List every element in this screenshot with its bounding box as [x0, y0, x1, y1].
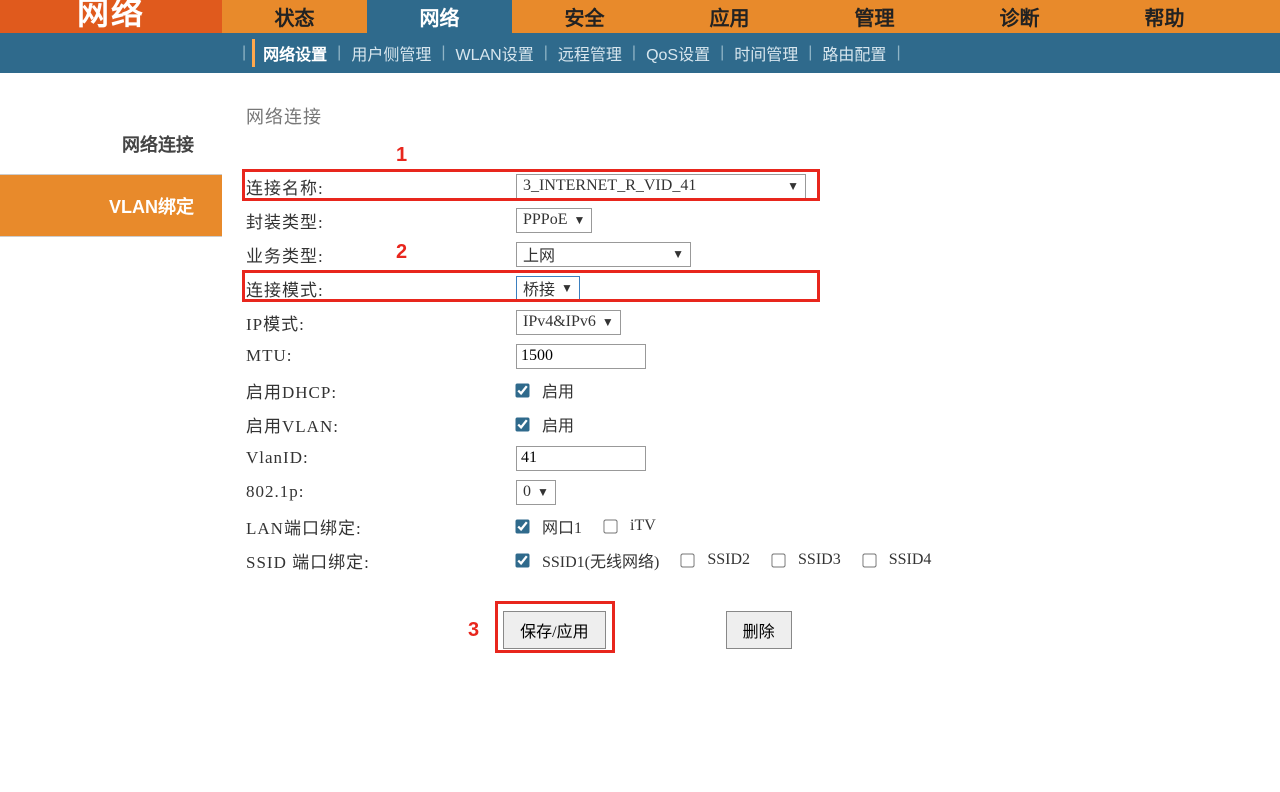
label-conn-mode: 连接模式: [246, 276, 516, 301]
ssid3-text: SSID3 [798, 551, 841, 569]
sidebar-item-network-conn[interactable]: 网络连接 [0, 113, 222, 175]
caret-icon: ▼ [602, 315, 614, 330]
checkbox-lan-port1[interactable] [515, 519, 529, 533]
logo-text: 网络 [77, 0, 145, 34]
label-mtu: MTU: [246, 346, 516, 366]
tab-diagnose[interactable]: 诊断 [947, 0, 1092, 33]
subnav-qos[interactable]: QoS设置 [642, 39, 714, 67]
save-apply-button[interactable]: 保存/应用 [503, 611, 605, 649]
label-encap: 封装类型: [246, 208, 516, 233]
input-vlanid[interactable] [516, 446, 646, 471]
logo: 网络 [0, 0, 222, 33]
tab-manage[interactable]: 管理 [802, 0, 947, 33]
checkbox-lan-itv[interactable] [603, 519, 617, 533]
select-8021p-value: 0 [523, 483, 531, 501]
caret-icon: ▼ [573, 213, 585, 228]
label-dhcp: 启用DHCP: [246, 378, 516, 403]
dhcp-enable-text: 启用 [542, 378, 574, 402]
sidebar: 网络连接 VLAN绑定 [0, 73, 222, 649]
checkbox-ssid2[interactable] [681, 553, 695, 567]
subnav-route[interactable]: 路由配置 [818, 39, 890, 67]
tab-security[interactable]: 安全 [512, 0, 657, 33]
checkbox-vlan[interactable] [515, 417, 529, 431]
subnav-time[interactable]: 时间管理 [730, 39, 802, 67]
lan-itv-text: iTV [630, 517, 656, 535]
ssid2-text: SSID2 [707, 551, 750, 569]
select-encap[interactable]: PPPoE ▼ [516, 208, 592, 233]
ssid4-text: SSID4 [889, 551, 932, 569]
select-encap-value: PPPoE [523, 211, 567, 229]
subnav-network-settings[interactable]: 网络设置 [252, 39, 331, 67]
vlan-enable-text: 启用 [542, 412, 574, 436]
subnav-remote[interactable]: 远程管理 [554, 39, 626, 67]
select-service[interactable]: 上网 ▼ [516, 242, 691, 267]
label-8021p: 802.1p: [246, 482, 516, 502]
content: 网络连接 1 连接名称: 3_INTERNET_R_VID_41 ▼ 封装类型: [222, 73, 1280, 649]
caret-icon: ▼ [561, 281, 573, 296]
caret-icon: ▼ [537, 485, 549, 500]
caret-icon: ▼ [787, 179, 799, 194]
sidebar-item-vlan-bind[interactable]: VLAN绑定 [0, 175, 222, 237]
ssid1-text: SSID1(无线网络) [542, 548, 659, 572]
annotation-1: 1 [396, 144, 407, 167]
subnav-user-side[interactable]: 用户侧管理 [347, 39, 435, 67]
caret-icon: ▼ [672, 247, 684, 262]
tab-status[interactable]: 状态 [222, 0, 367, 33]
select-8021p[interactable]: 0 ▼ [516, 480, 556, 505]
label-vlan-enable: 启用VLAN: [246, 412, 516, 437]
checkbox-dhcp[interactable] [515, 383, 529, 397]
select-conn-mode[interactable]: 桥接 ▼ [516, 276, 580, 301]
label-conn-name: 连接名称: [246, 174, 516, 199]
input-mtu[interactable] [516, 344, 646, 369]
delete-button[interactable]: 删除 [726, 611, 792, 649]
label-ssid-bind: SSID 端口绑定: [246, 548, 516, 573]
checkbox-ssid3[interactable] [771, 553, 785, 567]
select-service-value: 上网 [523, 242, 555, 266]
main-nav: 状态 网络 安全 应用 管理 诊断 帮助 [222, 0, 1280, 33]
tab-app[interactable]: 应用 [657, 0, 802, 33]
label-service: 业务类型: [246, 242, 516, 267]
select-conn-mode-value: 桥接 [523, 276, 555, 300]
select-conn-name-value: 3_INTERNET_R_VID_41 [523, 177, 696, 195]
tab-help[interactable]: 帮助 [1092, 0, 1237, 33]
subnav-wlan[interactable]: WLAN设置 [452, 39, 538, 67]
sub-nav: | 网络设置 | 用户侧管理 | WLAN设置 | 远程管理 | QoS设置 |… [0, 33, 1280, 73]
label-lan-bind: LAN端口绑定: [246, 514, 516, 539]
select-ip-mode-value: IPv4&IPv6 [523, 313, 596, 331]
page-title: 网络连接 [246, 103, 1280, 129]
tab-network[interactable]: 网络 [367, 0, 512, 33]
select-conn-name[interactable]: 3_INTERNET_R_VID_41 ▼ [516, 174, 806, 199]
label-ip-mode: IP模式: [246, 310, 516, 335]
label-vlanid: VlanID: [246, 448, 516, 468]
annotation-3: 3 [468, 619, 479, 642]
select-ip-mode[interactable]: IPv4&IPv6 ▼ [516, 310, 621, 335]
checkbox-ssid4[interactable] [862, 553, 876, 567]
form: 1 连接名称: 3_INTERNET_R_VID_41 ▼ 封装类型: PPPo… [246, 169, 1066, 649]
lan-port1-text: 网口1 [542, 514, 582, 538]
top-bar: 网络 状态 网络 安全 应用 管理 诊断 帮助 [0, 0, 1280, 33]
checkbox-ssid1[interactable] [515, 553, 529, 567]
